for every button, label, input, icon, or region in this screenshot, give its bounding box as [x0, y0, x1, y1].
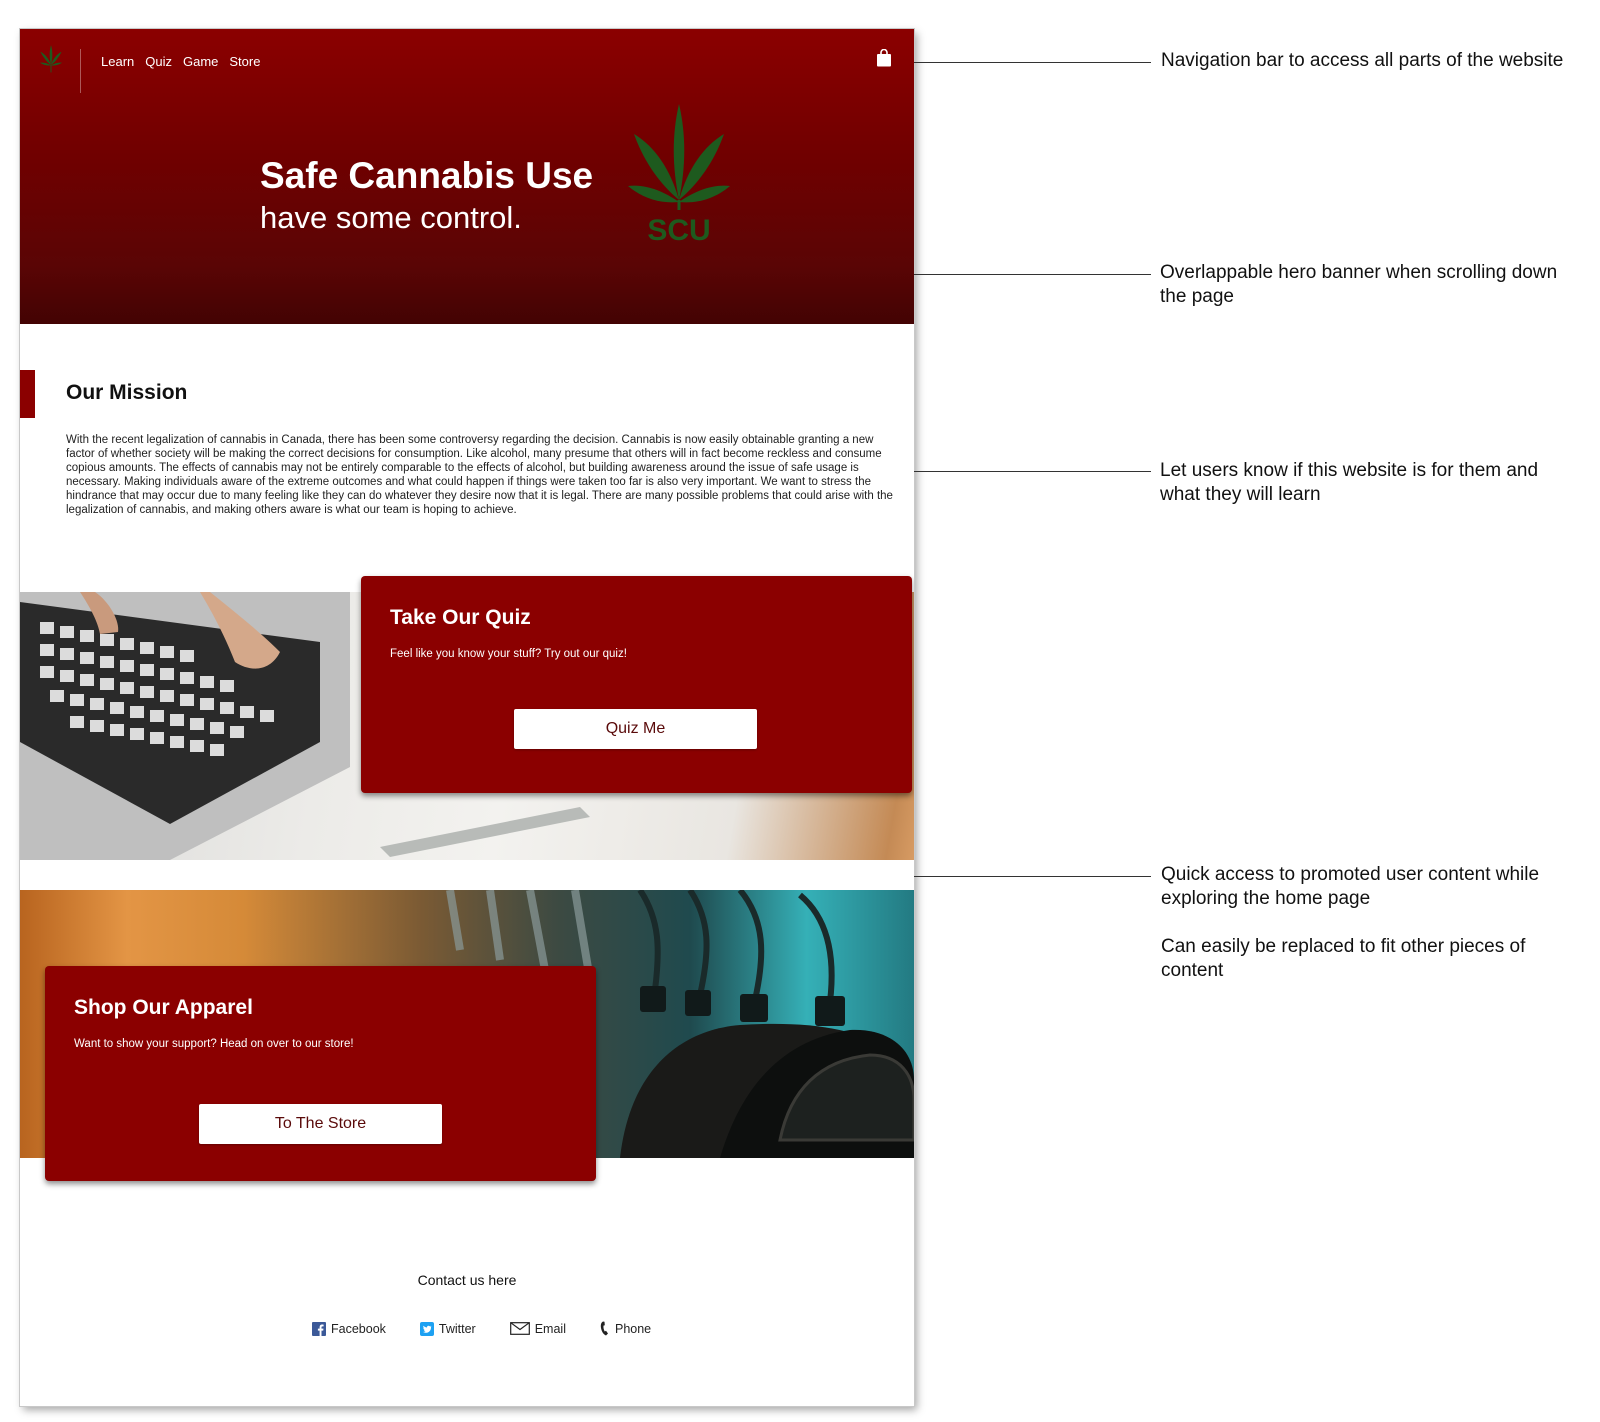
email-icon — [509, 1322, 530, 1335]
shopping-bag-icon[interactable] — [876, 49, 892, 67]
annotation-line-nav — [914, 62, 1151, 63]
contact-title: Contact us here — [417, 1272, 517, 1288]
nav-link-learn[interactable]: Learn — [101, 54, 134, 69]
navigation-bar: Learn Quiz Game Store — [20, 29, 914, 93]
twitter-icon — [419, 1321, 434, 1336]
phone-icon — [600, 1321, 608, 1336]
quiz-card-text: Feel like you know your stuff? Try out o… — [390, 648, 627, 660]
annotation-mission: Let users know if this website is for th… — [1160, 460, 1539, 505]
mission-accent-bar — [20, 370, 35, 418]
contact-twitter[interactable]: Twitter — [419, 1321, 476, 1336]
hero-subtitle: have some control. — [260, 200, 522, 235]
cannabis-leaf-icon — [628, 104, 730, 210]
contact-email[interactable]: Email — [509, 1321, 566, 1336]
annotation-hero: Overlappable hero banner when scrolling … — [1160, 262, 1558, 307]
apparel-card-text: Want to show your support? Head on over … — [74, 1038, 354, 1050]
website-mockup: Learn Quiz Game Store Safe Cannabis Use … — [20, 29, 914, 1406]
quiz-me-button[interactable]: Quiz Me — [514, 709, 757, 749]
nav-links: Learn Quiz Game Store — [101, 54, 260, 69]
contact-facebook[interactable]: Facebook — [312, 1321, 386, 1336]
facebook-label: Facebook — [331, 1321, 386, 1336]
nav-link-store[interactable]: Store — [229, 54, 260, 69]
pen-image — [380, 807, 590, 857]
phone-label: Phone — [614, 1321, 652, 1336]
facebook-icon — [312, 1321, 326, 1336]
email-label: Email — [534, 1321, 566, 1336]
nav-link-quiz[interactable]: Quiz — [145, 54, 172, 69]
hero-banner: Learn Quiz Game Store Safe Cannabis Use … — [20, 29, 914, 324]
nav-link-game[interactable]: Game — [183, 54, 218, 69]
annotation-line-mission — [914, 471, 1151, 472]
twitter-label: Twitter — [438, 1321, 476, 1336]
laptop-keyboard-image — [20, 592, 350, 860]
annotation-line-hero — [914, 274, 1151, 275]
mission-title: Our Mission — [66, 381, 188, 404]
to-the-store-button[interactable]: To The Store — [199, 1104, 442, 1144]
contact-links: Facebook Twitter Email Phone — [312, 1321, 651, 1336]
annotation-line-promo — [914, 876, 1151, 877]
contact-phone[interactable]: Phone — [600, 1321, 651, 1336]
annotation-replaceable: Can easily be replaced to fit other piec… — [1161, 936, 1526, 981]
quiz-promo-card: Take Our Quiz Feel like you know your st… — [361, 576, 912, 793]
apparel-card-title: Shop Our Apparel — [74, 996, 253, 1019]
apparel-promo-card: Shop Our Apparel Want to show your suppo… — [45, 966, 596, 1181]
annotation-nav: Navigation bar to access all parts of th… — [1161, 50, 1564, 71]
hero-title: Safe Cannabis Use — [260, 155, 594, 196]
annotation-promo: Quick access to promoted user content wh… — [1161, 864, 1540, 909]
cannabis-leaf-icon[interactable] — [40, 44, 62, 74]
scu-logo: SCU — [628, 104, 730, 244]
quiz-card-title: Take Our Quiz — [390, 606, 531, 629]
logo-text: SCU — [647, 214, 710, 244]
nav-divider — [80, 49, 81, 93]
mission-text: With the recent legalization of cannabis… — [66, 434, 893, 516]
